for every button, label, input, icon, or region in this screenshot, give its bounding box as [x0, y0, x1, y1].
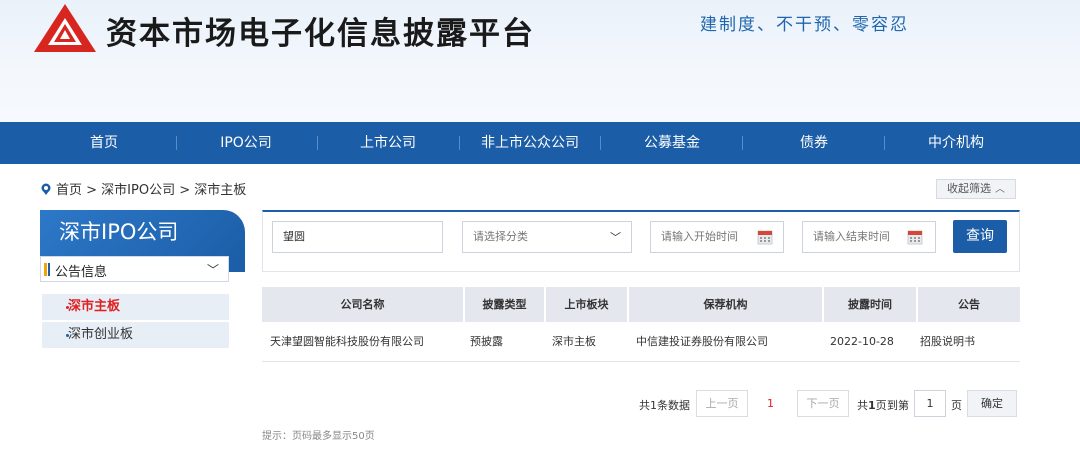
collapse-filter-label: 收起筛选 [947, 182, 991, 195]
page-count-value: 1 [868, 399, 876, 412]
nav-item-ipo[interactable]: IPO公司 [196, 122, 296, 164]
sidebar-item-sz-main-board[interactable]: 深市主板 [42, 294, 229, 320]
sidebar-section-toggle[interactable]: 公告信息 ﹀ [40, 256, 229, 282]
site-title: 资本市场电子化信息披露平台 [106, 16, 535, 52]
cell-company[interactable]: 天津望圆智能科技股份有限公司 [270, 322, 424, 362]
page-limit-hint: 提示：页码最多显示50页 [262, 431, 375, 442]
nav-divider [742, 136, 743, 150]
nav-item-unlisted-public[interactable]: 非上市公众公司 [470, 122, 590, 164]
cell-board: 深市主板 [552, 335, 596, 348]
sidebar-section-label: 公告信息 [55, 265, 108, 280]
site-header: 资本市场电子化信息披露平台 建制度、不干预、零容忍 [0, 0, 1080, 122]
goto-label: 到第 [887, 399, 909, 412]
goto-page-unit: 页 [951, 399, 962, 412]
table-header: 公司名称 披露类型 上市板块 保荐机构 披露时间 公告 [262, 287, 1020, 322]
goto-page-input[interactable]: 1 [914, 390, 946, 417]
sidebar-title: 深市IPO公司 [59, 220, 179, 244]
column-header-company: 公司名称 [340, 298, 385, 311]
cell-date: 2022-10-28 [830, 335, 894, 348]
query-button[interactable]: 查询 [953, 220, 1007, 253]
start-date-input[interactable]: 请输入开始时间 [650, 221, 784, 253]
bullet-icon [66, 306, 69, 309]
main-nav: 首页 IPO公司 上市公司 非上市公众公司 公募基金 债券 中介机构 [0, 122, 1080, 164]
nav-divider [176, 136, 177, 150]
nav-item-home[interactable]: 首页 [60, 122, 148, 164]
page-count-prefix: 共 [857, 399, 868, 412]
end-date-placeholder: 请输入结束时间 [813, 230, 890, 243]
cell-notice-link[interactable]: 招股说明书 [920, 322, 975, 362]
table-row: 天津望圆智能科技股份有限公司 预披露 深市主板 中信建投证券股份有限公司 202… [262, 322, 1020, 362]
location-pin-icon [41, 183, 51, 195]
start-date-placeholder: 请输入开始时间 [661, 230, 738, 243]
cell-type: 预披露 [470, 335, 503, 348]
page-count: 共1页 [857, 397, 887, 413]
confirm-page-button[interactable]: 确定 [967, 390, 1017, 417]
next-page-button[interactable]: 下一页 [797, 390, 849, 417]
triangle-logo-icon[interactable] [32, 2, 98, 54]
column-header-notice: 公告 [958, 298, 980, 311]
nav-item-intermediaries[interactable]: 中介机构 [906, 122, 1006, 164]
nav-divider [884, 136, 885, 150]
sidebar-item-sz-chinext[interactable]: 深市创业板 [42, 322, 229, 348]
category-select-value: 请选择分类 [473, 230, 528, 243]
section-marker-icon [48, 263, 50, 276]
breadcrumb: 首页 > 深市IPO公司 > 深市主板 [40, 179, 246, 198]
prev-page-button[interactable]: 上一页 [696, 390, 748, 417]
nav-divider [600, 136, 601, 150]
end-date-input[interactable]: 请输入结束时间 [802, 221, 936, 253]
section-marker-icon [44, 263, 47, 276]
collapse-filter-button[interactable]: 收起筛选 ︿ [936, 179, 1016, 199]
chevron-up-icon: ︿ [995, 184, 1005, 195]
cell-sponsor: 中信建投证券股份有限公司 [636, 335, 768, 348]
nav-divider [317, 136, 318, 150]
calendar-icon[interactable] [907, 229, 923, 245]
bullet-icon [66, 334, 69, 337]
sidebar-item-label: 深市主板 [68, 299, 121, 314]
page-count-suffix: 页 [875, 399, 887, 412]
nav-item-listed[interactable]: 上市公司 [338, 122, 438, 164]
column-header-board: 上市板块 [564, 298, 609, 311]
keyword-input[interactable]: 望圆 [272, 221, 443, 253]
nav-item-funds[interactable]: 公募基金 [622, 122, 722, 164]
column-header-type: 披露类型 [482, 298, 527, 311]
breadcrumb-text[interactable]: 首页 > 深市IPO公司 > 深市主板 [56, 179, 246, 198]
chevron-down-icon: ﹀ [207, 263, 220, 277]
calendar-icon[interactable] [757, 229, 773, 245]
sidebar-item-label: 深市创业板 [68, 327, 134, 342]
column-header-sponsor: 保荐机构 [703, 298, 748, 311]
category-select[interactable]: 请选择分类 ﹀ [462, 221, 632, 253]
nav-item-bonds[interactable]: 债券 [764, 122, 864, 164]
chevron-down-icon: ﹀ [610, 231, 621, 244]
column-header-date: 披露时间 [848, 298, 892, 311]
page-number[interactable]: 1 [767, 397, 774, 410]
nav-divider [459, 136, 460, 150]
site-slogan: 建制度、不干预、零容忍 [700, 15, 909, 35]
total-count: 共1条数据 [639, 399, 690, 412]
